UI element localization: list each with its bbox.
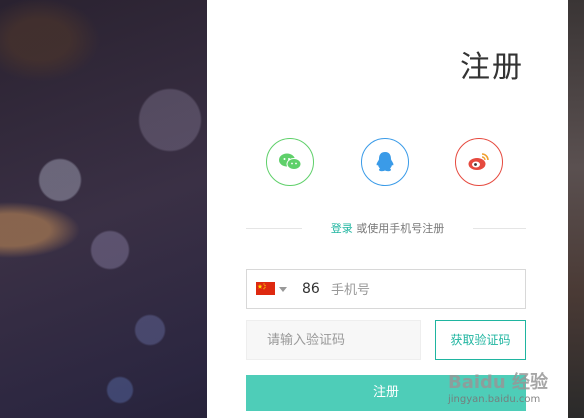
alt-register-label: 或使用手机号注册	[352, 222, 445, 235]
watermark-site: jingyan.baidu.com	[448, 394, 541, 405]
page-title: 注册	[460, 50, 524, 85]
login-link[interactable]: 登录	[331, 222, 353, 235]
background-photo-edge	[568, 0, 584, 418]
phone-input[interactable]	[329, 275, 513, 305]
verification-code-input[interactable]	[246, 320, 421, 360]
wechat-icon	[279, 153, 302, 170]
baidu-watermark: Baidu 经验 jingyan.baidu.com	[448, 368, 568, 408]
alt-register-text: 登录 或使用手机号注册	[302, 220, 473, 236]
chevron-down-icon[interactable]	[279, 287, 287, 292]
wechat-login-button[interactable]	[266, 138, 314, 186]
phone-field: 86	[246, 269, 526, 309]
weibo-icon	[468, 153, 489, 170]
weibo-login-button[interactable]	[455, 138, 503, 186]
get-code-button[interactable]: 获取验证码	[435, 320, 526, 360]
qq-icon	[376, 152, 394, 172]
china-flag-icon[interactable]	[256, 282, 275, 295]
country-code: 86	[302, 281, 320, 297]
qq-login-button[interactable]	[361, 138, 409, 186]
register-panel: 注册 登录 或使用手机号注册 86 手机号 请输入验证码 获取验证码 注册	[207, 0, 568, 418]
watermark-brand: Baidu 经验	[448, 372, 549, 393]
divider-right	[473, 228, 526, 229]
divider-left	[246, 228, 302, 229]
